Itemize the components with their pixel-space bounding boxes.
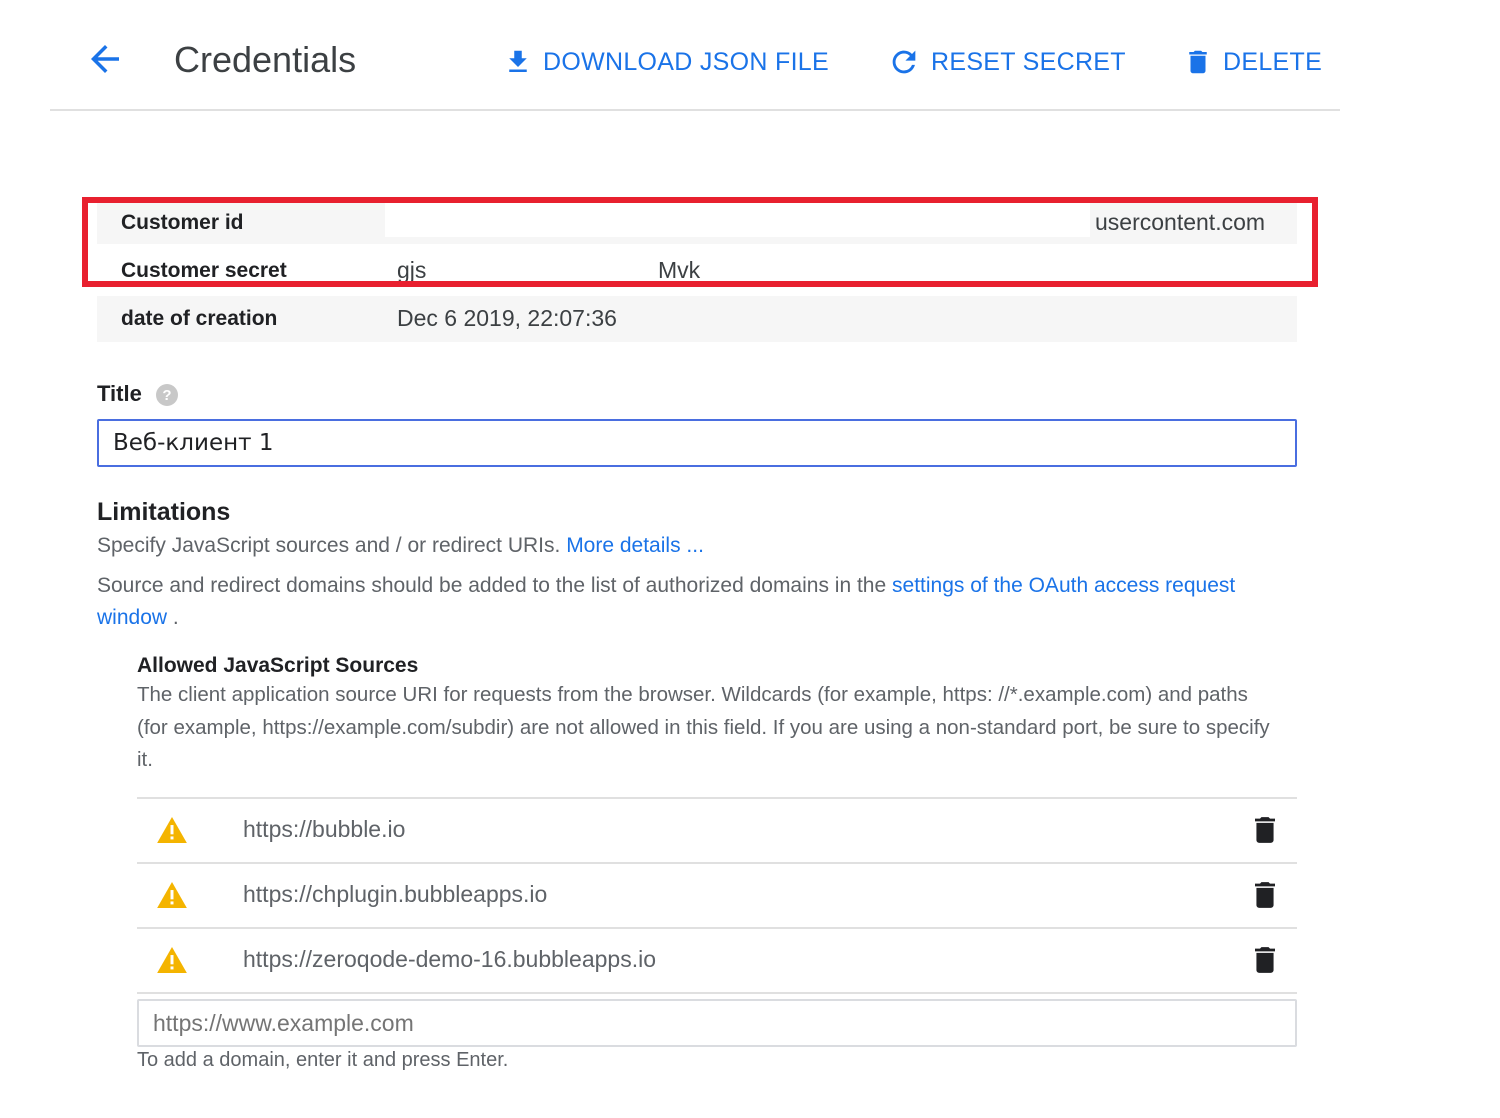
list-item: https://bubble.io [137, 797, 1297, 862]
svg-text:?: ? [162, 387, 171, 404]
creation-date-label: date of creation [121, 307, 278, 330]
list-item: https://zeroqode-demo-16.bubbleapps.io [137, 927, 1297, 994]
warning-icon [157, 947, 187, 973]
title-input[interactable] [97, 419, 1297, 467]
domains-note-end: . [167, 606, 179, 629]
help-icon[interactable]: ? [155, 383, 179, 407]
source-uri: https://bubble.io [243, 816, 406, 842]
new-source-uri-input[interactable] [137, 999, 1297, 1047]
delete-button[interactable]: DELETE [1183, 42, 1322, 82]
delete-label: DELETE [1223, 47, 1323, 76]
download-icon [509, 50, 527, 72]
trash-icon [1189, 50, 1207, 74]
limitations-intro: Specify JavaScript sources and / or redi… [97, 530, 1297, 562]
limitations-intro-text: Specify JavaScript sources and / or redi… [97, 534, 561, 557]
reset-secret-label: RESET SECRET [931, 47, 1126, 76]
download-json-button[interactable]: DOWNLOAD JSON FILE [503, 42, 829, 82]
source-uri: https://zeroqode-demo-16.bubbleapps.io [243, 946, 657, 972]
highlight-box [82, 197, 1318, 287]
more-details-link[interactable]: More details ... [566, 534, 704, 557]
limitations-domains-note: Source and redirect domains should be ad… [97, 570, 1297, 634]
title-label: Title [97, 381, 142, 406]
add-domain-hint: To add a domain, enter it and press Ente… [137, 1049, 509, 1071]
warning-icon [157, 882, 187, 908]
limitations-heading: Limitations [97, 498, 231, 526]
delete-uri-icon[interactable] [1255, 947, 1275, 973]
list-item: https://chplugin.bubbleapps.io [137, 862, 1297, 927]
js-sources-heading: Allowed JavaScript Sources [137, 654, 419, 677]
js-sources-description: The client application source URI for re… [137, 683, 1270, 771]
delete-uri-icon[interactable] [1255, 882, 1275, 908]
refresh-icon [892, 50, 916, 74]
source-uri: https://chplugin.bubbleapps.io [243, 881, 548, 907]
creation-date-value: Dec 6 2019, 22:07:36 [397, 305, 617, 331]
js-sources-list: https://bubble.io https://chplugin.bubbl… [137, 797, 1297, 994]
delete-uri-icon[interactable] [1255, 817, 1275, 843]
page-title: Credentials [174, 39, 357, 80]
back-arrow-icon[interactable] [84, 38, 126, 80]
header-divider [50, 109, 1340, 111]
domains-note-text: Source and redirect domains should be ad… [97, 574, 887, 597]
reset-secret-button[interactable]: RESET SECRET [887, 42, 1126, 82]
download-json-label: DOWNLOAD JSON FILE [543, 47, 829, 76]
warning-icon [157, 817, 187, 843]
